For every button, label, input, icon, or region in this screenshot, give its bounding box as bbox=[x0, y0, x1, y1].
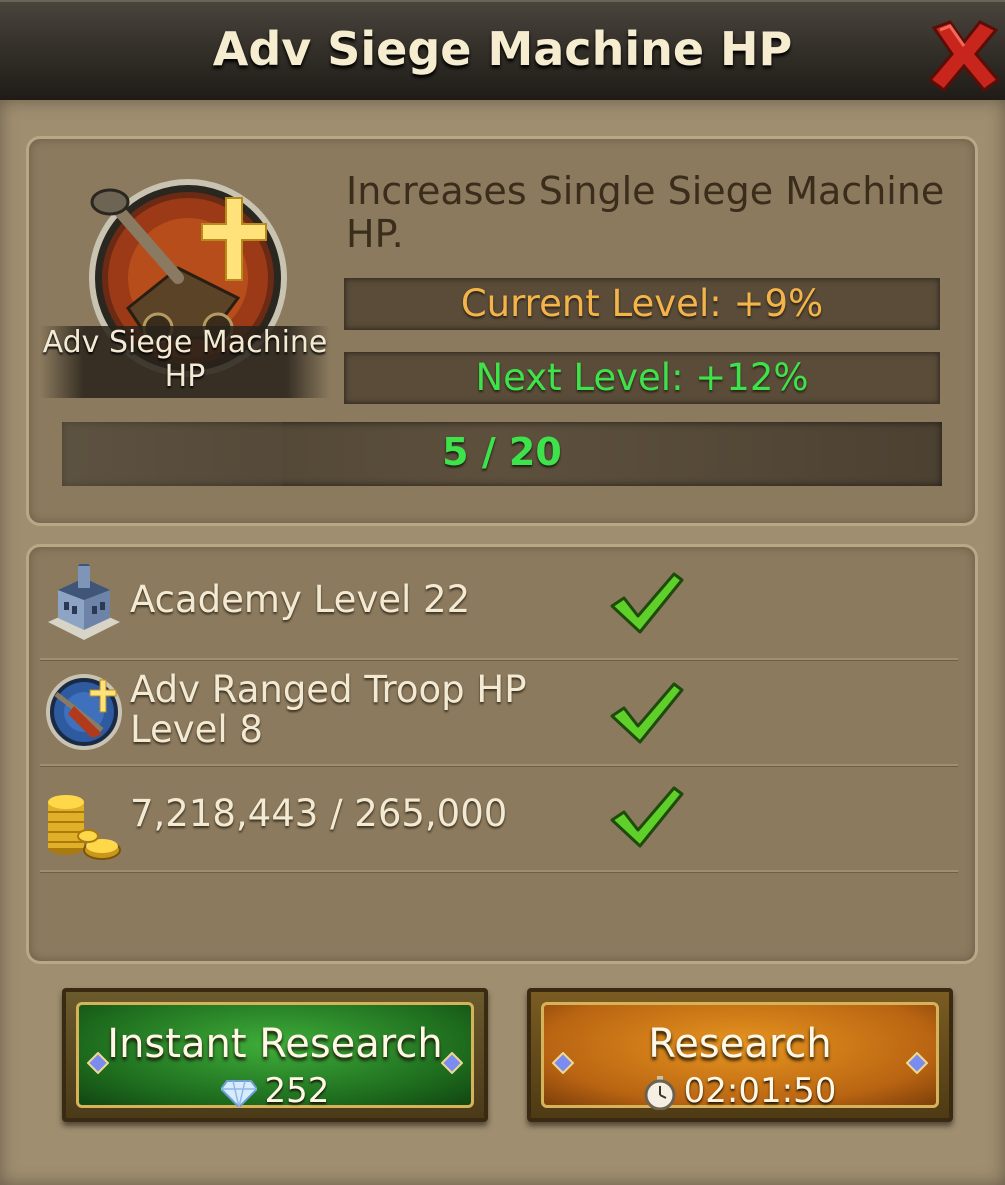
instant-research-button-face: Instant Research 252 bbox=[76, 1002, 474, 1111]
diamond-icon bbox=[220, 1079, 257, 1107]
close-icon[interactable] bbox=[926, 18, 1002, 94]
research-button-face: Research 02:01:50 bbox=[541, 1002, 939, 1111]
research-time: 02:01:50 bbox=[544, 1071, 936, 1111]
tech-description: Increases Single Siege Machine HP. bbox=[346, 169, 945, 256]
instant-research-cost-value: 252 bbox=[264, 1071, 330, 1111]
research-time-value: 02:01:50 bbox=[683, 1071, 837, 1111]
requirement-row-gold: 7,218,443 / 265,000 bbox=[40, 764, 958, 872]
stopwatch-icon bbox=[644, 1075, 676, 1110]
title-bar: Adv Siege Machine HP bbox=[0, 0, 1005, 104]
checkmark-icon bbox=[610, 682, 684, 744]
checkmark-icon bbox=[610, 572, 684, 634]
next-level-box: Next Level: +12% bbox=[344, 352, 940, 404]
academy-building-icon bbox=[48, 564, 120, 640]
requirement-row-academy: Academy Level 22 bbox=[40, 552, 958, 660]
instant-research-cost: 252 bbox=[79, 1071, 471, 1111]
checkmark-icon bbox=[610, 786, 684, 848]
research-label: Research bbox=[648, 1021, 832, 1067]
research-button[interactable]: Research 02:01:50 bbox=[527, 988, 953, 1122]
requirement-text: 7,218,443 / 265,000 bbox=[130, 792, 508, 835]
requirement-text: Academy Level 22 bbox=[130, 578, 471, 621]
instant-research-label: Instant Research bbox=[107, 1021, 443, 1067]
level-progress-text: 5 / 20 bbox=[442, 430, 562, 474]
ranged-troop-hp-icon bbox=[46, 674, 122, 750]
window-title: Adv Siege Machine HP bbox=[212, 22, 793, 76]
current-level-box: Current Level: +9% bbox=[344, 278, 940, 330]
requirement-row-ranged-troop: Adv Ranged Troop HP Level 8 bbox=[40, 658, 958, 766]
instant-research-button[interactable]: Instant Research 252 bbox=[62, 988, 488, 1122]
gold-coins-icon bbox=[48, 795, 121, 860]
requirement-text: Adv Ranged Troop HP Level 8 bbox=[130, 670, 550, 750]
requirement-text-content: Adv Ranged Troop HP Level 8 bbox=[130, 668, 527, 751]
tech-name-label: Adv Siege Machine HP bbox=[42, 325, 328, 394]
